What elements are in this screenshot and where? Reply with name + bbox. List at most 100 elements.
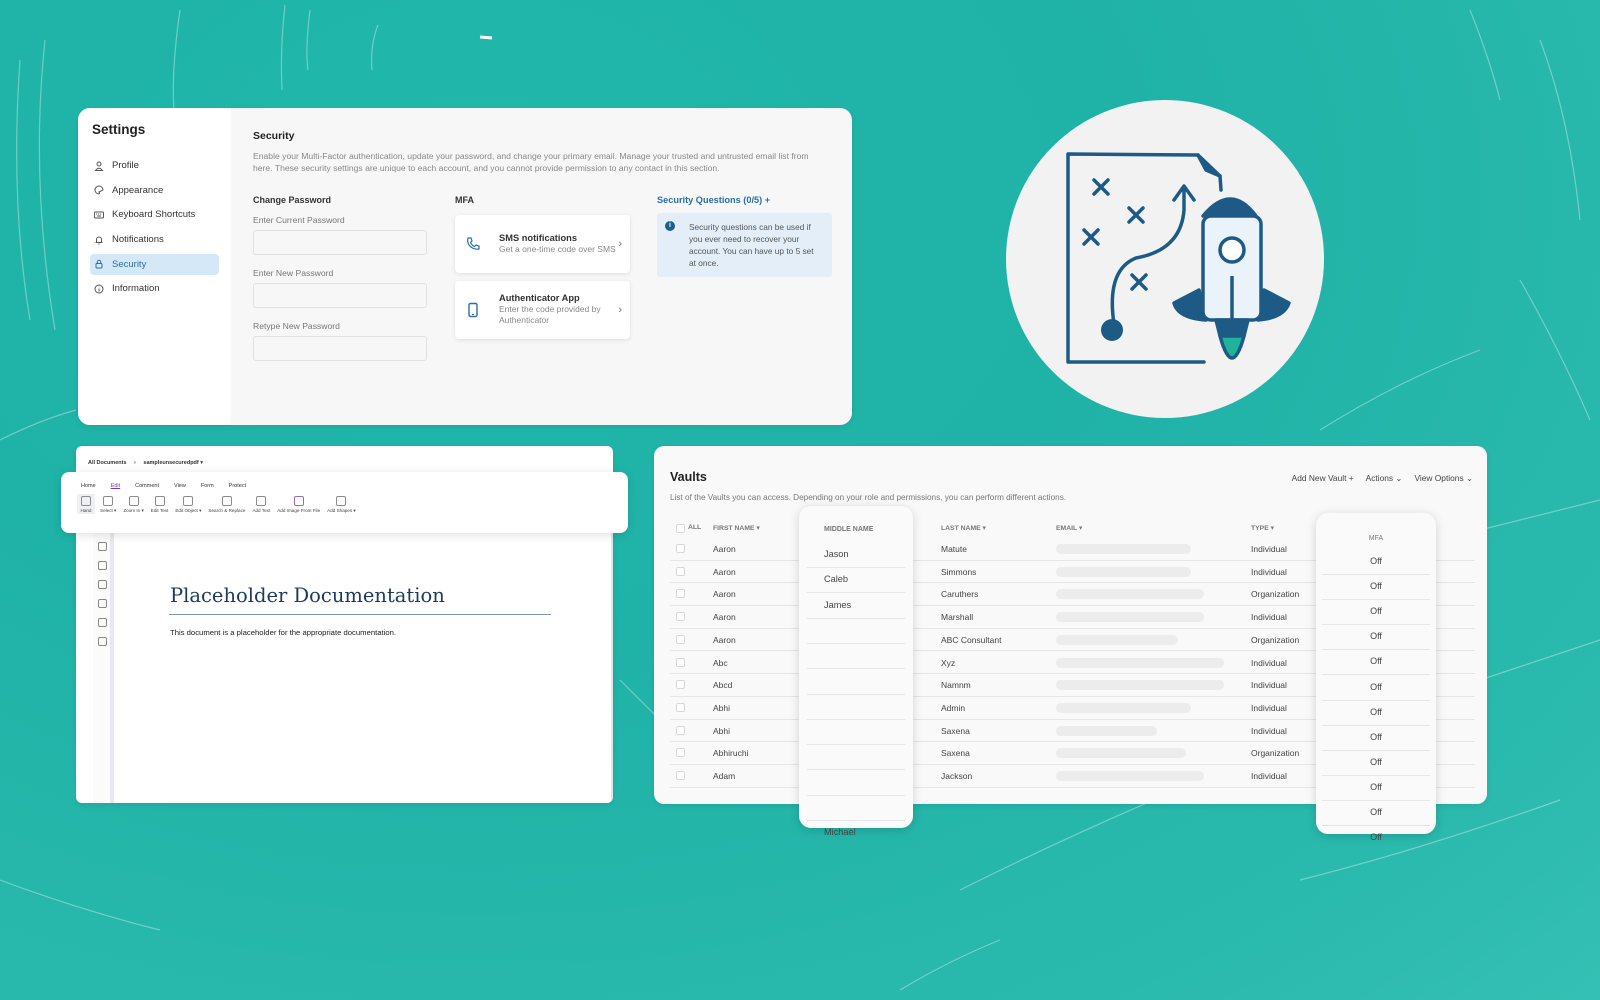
last-name-cell: ABC Consultant [941,634,1002,645]
tool-label: Add Shapes ▾ [327,508,356,513]
email-cell-redacted [1056,566,1191,577]
mfa-cell: Off [1322,751,1430,776]
edit-object-button[interactable]: Edit Object ▾ [173,494,203,514]
mfa-group: MFA SMS notifications Get a one-time cod… [455,195,657,374]
tool-label: Edit Text [150,508,169,513]
sidebar-item-keyboard-shortcuts[interactable]: Keyboard Shortcuts [90,204,219,225]
vaults-actions: Add New Vault + Actions ⌄ View Options ⌄ [1292,473,1473,483]
header-first-name[interactable]: FIRST NAME ▾ [713,524,760,532]
mfa-cell: Off [1322,701,1430,726]
header-last-name[interactable]: LAST NAME ▾ [941,524,986,532]
breadcrumb-file[interactable]: sampleunsecuredpdf ▾ [143,460,203,466]
mfa-option-authenticator[interactable]: Authenticator App Enter the code provide… [455,280,630,339]
select-all-checkbox[interactable] [676,524,685,533]
row-checkbox[interactable] [676,771,685,780]
security-questions-link[interactable]: Security Questions (0/5) + [657,195,832,205]
sidebar-item-security[interactable]: Security [90,253,219,275]
mfa-cell: Off [1322,550,1430,575]
email-cell-redacted [1056,702,1191,713]
zoom-in-button[interactable]: Zoom In ▾ [121,494,145,514]
row-checkbox[interactable] [676,657,685,667]
row-checkbox[interactable] [676,702,685,712]
retype-password-input[interactable] [253,335,427,361]
row-checkbox[interactable] [676,748,685,758]
type-cell: Individual [1251,612,1287,623]
new-password-input[interactable] [253,282,427,308]
sidebar-item-appearance[interactable]: Appearance [90,180,219,201]
header-type[interactable]: TYPE ▾ [1251,524,1274,532]
tab-view[interactable]: View [174,483,186,489]
add-shapes-button[interactable]: Add Shapes ▾ [325,494,358,514]
mfa-status-text: Off [1370,581,1382,592]
first-name-cell: Adam [713,771,736,781]
add-image-icon [293,496,304,506]
row-checkbox[interactable] [676,680,685,690]
sidebar-resize-handle[interactable] [110,532,114,803]
attachment-icon[interactable] [98,618,107,627]
tab-form[interactable]: Form [201,483,214,489]
phone-icon [467,237,480,250]
mfa-status-text: Off [1370,681,1382,692]
row-checkbox[interactable] [676,544,685,553]
current-password-input[interactable] [253,229,427,255]
sidebar-item-label: Notifications [112,234,164,246]
tab-home[interactable]: Home [81,483,96,489]
mfa-cell: Off [1322,801,1430,826]
breadcrumb-all-documents[interactable]: All Documents [88,460,127,466]
bookmark-icon[interactable] [98,542,107,551]
mfa-option-subtitle: Get a one-time code over SMS [499,243,616,254]
mfa-status-text: Off [1370,706,1382,717]
last-name-cell: Admin [941,702,966,713]
last-name-cell: Saxena [941,748,970,759]
row-checkbox[interactable] [676,589,685,599]
comments-icon[interactable] [98,580,107,589]
title-underline [169,614,551,615]
tool-label: Zoom In ▾ [123,508,144,513]
first-name-cell: Aaron [713,634,736,645]
middle-name-text: Jason [824,549,849,559]
add-image-button[interactable]: Add Image From File [275,494,322,514]
sidebar-item-notifications[interactable]: Notifications [90,229,219,250]
edit-text-button[interactable]: Edit Text [149,494,171,514]
vertical-scrollbar[interactable] [611,526,613,803]
view-options-dropdown[interactable]: View Options ⌄ [1414,473,1473,483]
row-checkbox[interactable] [676,566,685,576]
vaults-description: List of the Vaults you can access. Depen… [670,493,1067,502]
current-password-label: Enter Current Password [253,214,345,225]
add-shapes-icon [336,496,347,506]
tool-label: Search & Replace [208,508,246,513]
sidebar-item-profile[interactable]: Profile [90,155,219,176]
tab-protect[interactable]: Protect [229,483,246,489]
type-cell: Organization [1251,748,1300,759]
bell-icon [95,236,103,245]
header-email[interactable]: EMAIL ▾ [1056,524,1082,532]
security-section: Security Enable your Multi-Factor authen… [231,108,852,425]
layers-icon[interactable] [98,599,107,608]
middle-name-cell [807,670,905,695]
select-tool-button[interactable]: Select ▾ [98,494,118,514]
first-name-cell: Abhi [713,725,731,736]
tool-label: Select ▾ [100,508,117,513]
row-checkbox[interactable] [676,725,685,735]
vaults-title: Vaults [670,470,707,484]
mfa-status-text: Off [1370,606,1382,617]
mfa-option-sms[interactable]: SMS notifications Get a one-time code ov… [455,214,630,273]
first-name-cell: Aaron [713,566,736,577]
sidebar-item-information[interactable]: Information [90,278,219,299]
pages-icon[interactable] [98,561,107,570]
add-new-vault-button[interactable]: Add New Vault + [1292,473,1354,483]
add-text-button[interactable]: Add Text [250,494,272,514]
smartphone-icon [468,302,478,318]
search-replace-button[interactable]: Search & Replace [206,494,247,514]
document-icon[interactable] [98,637,107,646]
tab-comment[interactable]: Comment [135,483,159,489]
tab-edit[interactable]: Edit [111,483,120,489]
row-checkbox[interactable] [676,634,685,644]
row-checkbox[interactable] [676,612,685,622]
type-cell: Individual [1251,566,1287,577]
middle-name-text: Michael [824,827,856,838]
actions-dropdown[interactable]: Actions ⌄ [1366,473,1403,483]
palette-icon [94,185,104,195]
hand-tool-button[interactable]: Hand [77,494,95,514]
email-cell-redacted [1056,634,1178,645]
